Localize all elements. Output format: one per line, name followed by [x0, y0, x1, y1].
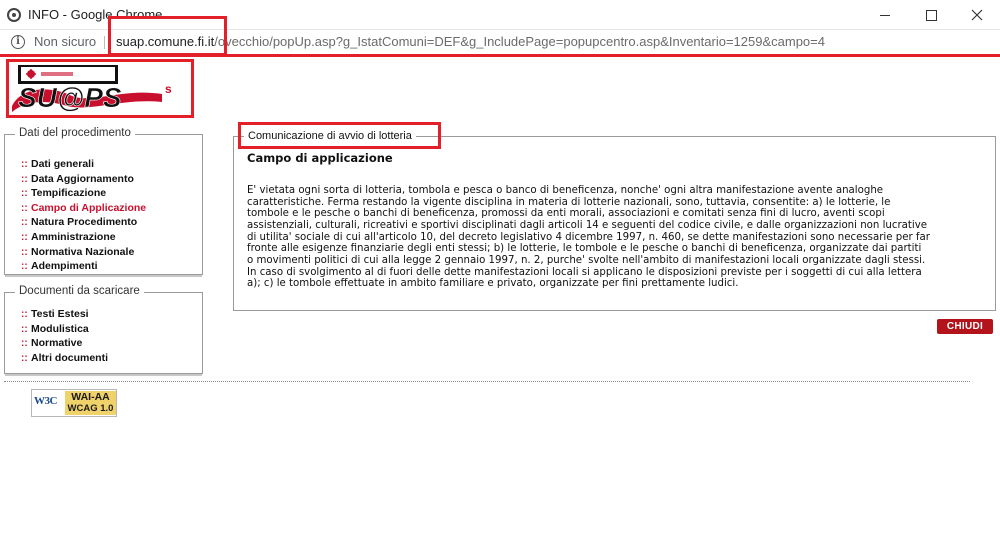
procedure-item[interactable]: :: Adempimenti — [21, 259, 146, 274]
bullet-icon: :: — [21, 352, 28, 364]
documents-item[interactable]: :: Modulistica — [21, 322, 108, 337]
window-title-bar: INFO - Google Chrome — [0, 0, 1000, 30]
content-line: assistenziali, culturali, ricreativi e s… — [247, 219, 928, 231]
procedure-item-label: Natura Procedimento — [31, 216, 138, 229]
content-line: caratteristiche. Ferma restando la vigen… — [247, 196, 891, 208]
close-icon[interactable] — [954, 0, 1000, 30]
content-line: In caso di svolgimento al di fuori delle… — [247, 266, 922, 278]
bullet-icon: :: — [21, 231, 28, 243]
procedure-item[interactable]: :: Natura Procedimento — [21, 215, 146, 230]
documents-item[interactable]: :: Testi Estesi — [21, 307, 108, 322]
url-text[interactable]: suap.comune.fi.it/ovecchio/popUp.asp?g_I… — [116, 34, 825, 49]
procedure-item[interactable]: :: Campo di Applicazione — [21, 201, 146, 216]
content-line: a); c) le tombole effettuate in ambito f… — [247, 278, 739, 290]
documents-item-label: Normative — [31, 337, 83, 350]
bullet-icon: :: — [21, 159, 28, 170]
procedure-item[interactable]: :: Amministrazione — [21, 230, 146, 245]
content-line: o movimenti politici di cui alla legge 2… — [247, 254, 926, 266]
content-heading: Campo di applicazione — [247, 151, 393, 165]
content-line: tombole e le pesche o banchi di benefice… — [247, 208, 885, 220]
address-bar[interactable]: i Non sicuro suap.comune.fi.it/ovecchio/… — [0, 30, 1000, 55]
bullet-icon: :: — [21, 261, 28, 273]
content-body: E' vietata ogni sorta di lotteria, tombo… — [247, 185, 987, 290]
documents-item-label: Altri documenti — [31, 351, 109, 364]
svg-text:s: s — [165, 82, 172, 96]
bullet-icon: :: — [21, 188, 28, 200]
procedure-item-label: Dati generali — [31, 158, 95, 170]
procedure-item[interactable]: :: Data Aggiornamento — [21, 172, 146, 187]
procedure-item[interactable]: :: Dati generali — [21, 157, 146, 172]
procedure-panel: Dati del procedimento :: Dati generali:: D… — [4, 127, 203, 277]
documents-item[interactable]: :: Altri documenti — [21, 351, 108, 366]
bullet-icon: :: — [21, 173, 28, 185]
procedure-legend: Dati del procedimento — [15, 127, 135, 139]
procedure-item-label: Campo di Applicazione — [31, 201, 147, 214]
bullet-icon: :: — [21, 309, 28, 320]
w3c-logo: W3C — [34, 395, 57, 407]
content-legend: Comunicazione di avvio di lotteria — [244, 130, 416, 142]
procedure-item-label: Adempimenti — [31, 260, 98, 273]
content-line: fronte alle esigenze finanziarie degli e… — [247, 243, 922, 255]
bullet-icon: :: — [21, 338, 28, 350]
content-line: di utilita' sociale di cui all'articolo … — [247, 231, 930, 243]
chrome-icon — [7, 8, 21, 22]
procedure-item-label: Amministrazione — [31, 230, 116, 243]
svg-text:SU@PS: SU@PS — [18, 82, 122, 113]
procedure-item-label: Tempificazione — [31, 187, 107, 200]
content-line: E' vietata ogni sorta di lotteria, tombo… — [247, 185, 884, 196]
documents-item-label: Testi Estesi — [31, 308, 89, 320]
wcag-level: WAI-AA — [71, 391, 110, 403]
w3c-wcag-badge[interactable]: W3C WAI-AA WCAG 1.0 — [31, 389, 117, 417]
wcag-label: WAI-AA WCAG 1.0 — [65, 391, 116, 415]
procedure-item-label: Data Aggiornamento — [31, 172, 134, 185]
documents-nav: :: Testi Estesi:: Modulistica:: Normative::… — [21, 307, 108, 365]
documents-item[interactable]: :: Normative — [21, 336, 108, 351]
bullet-icon: :: — [21, 202, 28, 214]
procedure-item-label: Normativa Nazionale — [31, 245, 135, 258]
bullet-icon: :: — [21, 323, 28, 335]
url-host: suap.comune.fi.it — [116, 34, 215, 49]
procedure-nav: :: Dati generali:: Data Aggiornamento:: Tem… — [21, 157, 146, 274]
procedure-item[interactable]: :: Normativa Nazionale — [21, 245, 146, 260]
documents-item-label: Modulistica — [31, 322, 89, 335]
documents-panel: Documenti da scaricare :: Testi Estesi:: M… — [4, 285, 203, 376]
window-title: INFO - Google Chrome — [28, 7, 163, 22]
wcag-version: WCAG 1.0 — [67, 403, 114, 414]
suaps-logo: SU@PS s — [12, 64, 190, 114]
address-separator — [104, 36, 105, 49]
info-icon[interactable]: i — [11, 35, 25, 49]
bullet-icon: :: — [21, 217, 28, 229]
minimize-icon[interactable] — [862, 0, 908, 30]
security-label[interactable]: Non sicuro — [34, 34, 96, 49]
documents-legend: Documenti da scaricare — [15, 285, 144, 297]
divider — [4, 381, 970, 382]
close-button[interactable]: CHIUDI — [937, 319, 993, 334]
url-path: /ovecchio/popUp.asp?g_IstatComuni=DEF&g_… — [214, 34, 825, 49]
bullet-icon: :: — [21, 246, 28, 258]
procedure-item[interactable]: :: Tempificazione — [21, 186, 146, 201]
content-panel: Comunicazione di avvio di lotteria Campo… — [233, 130, 996, 311]
maximize-icon[interactable] — [908, 0, 954, 30]
